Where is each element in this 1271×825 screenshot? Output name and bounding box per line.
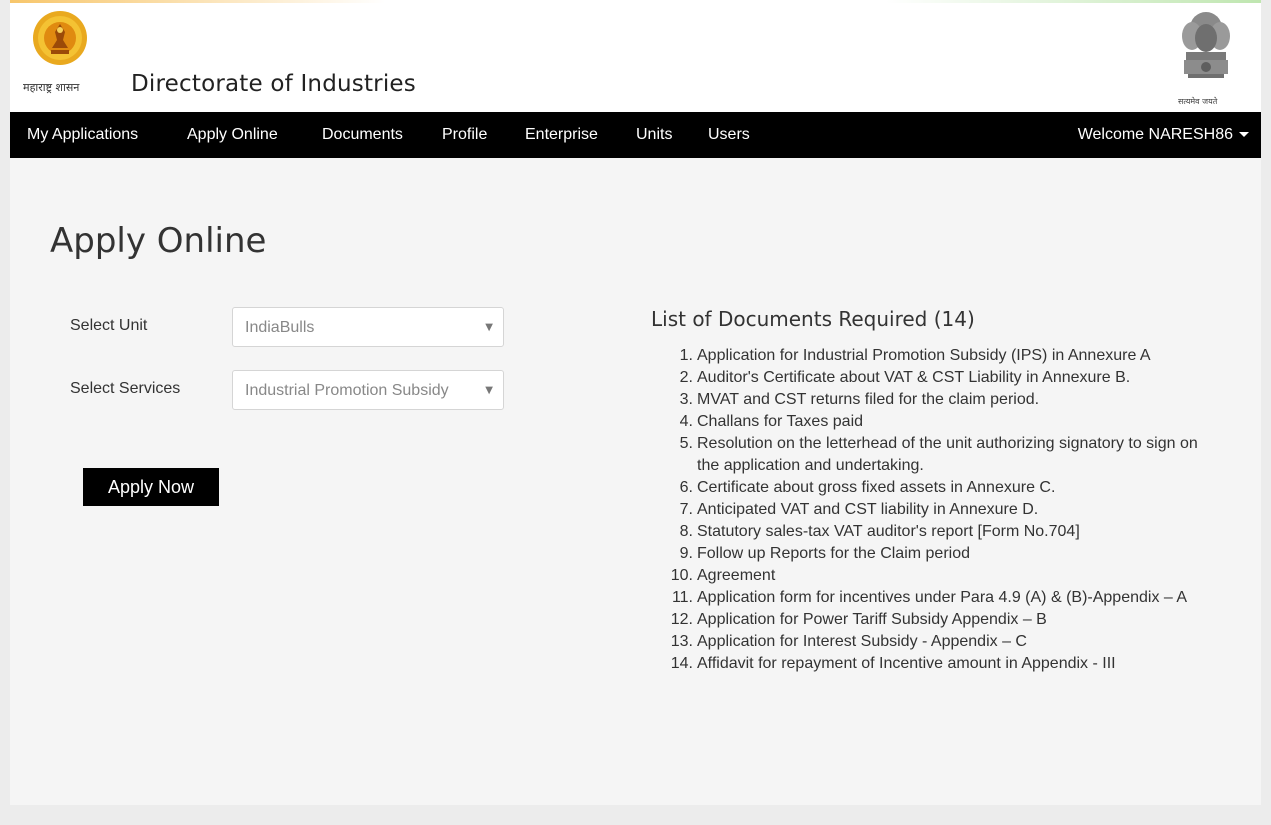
list-item-text: Resolution on the letterhead of the unit…	[697, 435, 1198, 474]
dropdown-arrow-icon: ▼	[485, 322, 493, 333]
header-accent-bar	[10, 0, 1261, 3]
list-item-text: Statutory sales-tax VAT auditor's report…	[697, 523, 1080, 540]
list-item-number: 4.	[679, 413, 693, 430]
list-item: 3. MVAT and CST returns filed for the cla…	[670, 389, 1210, 411]
list-item-number: 2.	[679, 369, 693, 386]
state-government-label: महाराष्ट्र शासन	[23, 81, 80, 94]
maharashtra-seal-icon	[33, 11, 87, 65]
nav-apply-online[interactable]: Apply Online	[187, 112, 278, 158]
list-item: 9. Follow up Reports for the Claim period	[670, 543, 1210, 565]
list-item-text: Application form for incentives under Pa…	[697, 589, 1188, 606]
list-item-number: 7.	[679, 501, 693, 518]
user-menu[interactable]: Welcome NARESH86	[1078, 112, 1249, 158]
list-item-number: 11.	[671, 589, 693, 606]
list-item-number: 6.	[679, 479, 693, 496]
list-item: 10. Agreement	[670, 565, 1210, 587]
list-item: 2. Auditor's Certificate about VAT & CST …	[670, 367, 1210, 389]
list-item: 1. Application for Industrial Promotion S…	[670, 345, 1210, 367]
list-item-text: Affidavit for repayment of Incentive amo…	[697, 655, 1116, 672]
documents-list-title: List of Documents Required (14)	[651, 307, 975, 331]
motto-text: सत्यमेव जयते	[1178, 97, 1218, 106]
list-item-text: Auditor's Certificate about VAT & CST Li…	[697, 369, 1131, 386]
list-item-number: 8.	[679, 523, 693, 540]
list-item: 7. Anticipated VAT and CST liability in A…	[670, 499, 1210, 521]
list-item: 13. Application for Interest Subsidy - Ap…	[670, 631, 1210, 653]
list-item-number: 13.	[670, 633, 693, 650]
page-frame: महाराष्ट्र शासन Directorate of Industrie…	[10, 0, 1261, 805]
list-item-text: Anticipated VAT and CST liability in Ann…	[697, 501, 1039, 518]
list-item-text: MVAT and CST returns filed for the claim…	[697, 391, 1040, 408]
list-item-text: Follow up Reports for the Claim period	[697, 545, 971, 562]
site-title: Directorate of Industries	[131, 71, 416, 97]
select-unit-value: IndiaBulls	[245, 319, 315, 336]
list-item-text: Agreement	[697, 567, 776, 584]
list-item: 8. Statutory sales-tax VAT auditor's repo…	[670, 521, 1210, 543]
select-services-value: Industrial Promotion Subsidy	[245, 382, 449, 399]
list-item: 4. Challans for Taxes paid	[670, 411, 1210, 433]
list-item-text: Certificate about gross fixed assets in …	[697, 479, 1056, 496]
list-item: 11. Application form for incentives under…	[670, 587, 1210, 609]
list-item-text: Application for Interest Subsidy - Appen…	[697, 633, 1027, 650]
select-services-dropdown[interactable]: Industrial Promotion Subsidy ▼	[232, 370, 504, 410]
list-item-number: 12.	[670, 611, 693, 628]
select-services-label: Select Services	[70, 380, 181, 397]
list-item-number: 14.	[670, 655, 693, 672]
list-item-number: 10.	[670, 567, 693, 584]
select-unit-dropdown[interactable]: IndiaBulls ▼	[232, 307, 504, 347]
documents-list: 1. Application for Industrial Promotion S…	[670, 345, 1210, 675]
nav-documents[interactable]: Documents	[322, 112, 403, 158]
list-item: 5. Resolution on the letterhead of the un…	[670, 433, 1210, 477]
nav-users[interactable]: Users	[708, 112, 750, 158]
welcome-text: Welcome NARESH86	[1077, 126, 1233, 143]
ashoka-emblem-icon	[1182, 12, 1230, 78]
apply-now-button[interactable]: Apply Now	[83, 468, 219, 506]
list-item-number: 3.	[679, 391, 693, 408]
caret-down-icon	[1239, 132, 1249, 138]
list-item-number: 5.	[679, 435, 693, 452]
site-header: महाराष्ट्र शासन Directorate of Industrie…	[10, 0, 1261, 112]
list-item-number: 9.	[679, 545, 693, 562]
list-item: 6. Certificate about gross fixed assets i…	[670, 477, 1210, 499]
main-navbar: My Applications Apply Online Documents P…	[10, 112, 1261, 158]
select-unit-label: Select Unit	[70, 317, 148, 334]
nav-units[interactable]: Units	[636, 112, 672, 158]
list-item-text: Challans for Taxes paid	[697, 413, 864, 430]
nav-my-applications[interactable]: My Applications	[27, 112, 138, 158]
list-item: 12. Application for Power Tariff Subsidy …	[670, 609, 1210, 631]
nav-enterprise[interactable]: Enterprise	[525, 112, 598, 158]
dropdown-arrow-icon: ▼	[485, 385, 493, 396]
nav-profile[interactable]: Profile	[442, 112, 487, 158]
list-item-number: 1.	[679, 347, 693, 364]
list-item-text: Application for Industrial Promotion Sub…	[697, 347, 1151, 364]
list-item-text: Application for Power Tariff Subsidy App…	[697, 611, 1047, 628]
list-item: 14. Affidavit for repayment of Incentive …	[670, 653, 1210, 675]
page-title: Apply Online	[50, 220, 267, 261]
